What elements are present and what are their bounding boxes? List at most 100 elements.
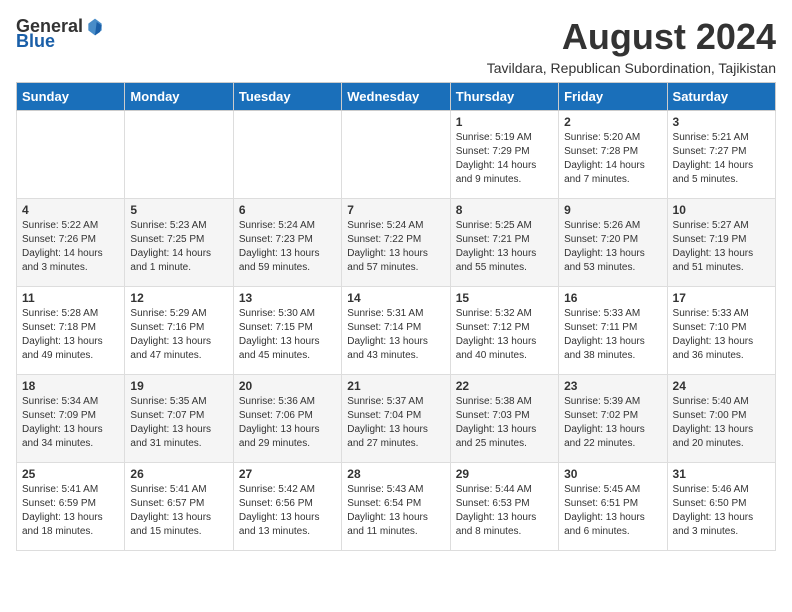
day-cell: 24 Sunrise: 5:40 AM Sunset: 7:00 PM Dayli… bbox=[667, 375, 775, 463]
day-number: 12 bbox=[130, 291, 227, 305]
day-header-sunday: Sunday bbox=[17, 83, 125, 111]
day-cell: 9Sunrise: 5:26 AM Sunset: 7:20 PM Daylig… bbox=[559, 199, 667, 287]
day-number: 11 bbox=[22, 291, 119, 305]
week-row-3: 11 Sunrise: 5:28 AM Sunset: 7:18 PM Dayli… bbox=[17, 287, 776, 375]
day-cell: 2 Sunrise: 5:20 AM Sunset: 7:28 PM Daylig… bbox=[559, 111, 667, 199]
day-cell: 25Sunrise: 5:41 AM Sunset: 6:59 PM Dayli… bbox=[17, 463, 125, 551]
day-info: Sunrise: 5:40 AM Sunset: 7:00 PM Dayligh… bbox=[673, 395, 770, 451]
day-cell: 16 Sunrise: 5:33 AM Sunset: 7:11 PM Dayli… bbox=[559, 287, 667, 375]
day-cell: 28 Sunrise: 5:43 AM Sunset: 6:54 PM Dayli… bbox=[342, 463, 450, 551]
day-number: 29 bbox=[456, 467, 553, 481]
day-number: 14 bbox=[347, 291, 444, 305]
day-header-wednesday: Wednesday bbox=[342, 83, 450, 111]
day-cell: 14Sunrise: 5:31 AM Sunset: 7:14 PM Dayli… bbox=[342, 287, 450, 375]
day-cell: 29 Sunrise: 5:44 AM Sunset: 6:53 PM Dayli… bbox=[450, 463, 558, 551]
day-info: Sunrise: 5:28 AM Sunset: 7:18 PM Dayligh… bbox=[22, 307, 119, 363]
day-number: 2 bbox=[564, 115, 661, 129]
day-info: Sunrise: 5:32 AM Sunset: 7:12 PM Dayligh… bbox=[456, 307, 553, 363]
day-cell: 7Sunrise: 5:24 AM Sunset: 7:22 PM Daylig… bbox=[342, 199, 450, 287]
day-info: Sunrise: 5:30 AM Sunset: 7:15 PM Dayligh… bbox=[239, 307, 336, 363]
day-cell: 3 Sunrise: 5:21 AM Sunset: 7:27 PM Daylig… bbox=[667, 111, 775, 199]
day-cell bbox=[125, 111, 233, 199]
day-number: 1 bbox=[456, 115, 553, 129]
day-header-saturday: Saturday bbox=[667, 83, 775, 111]
day-cell: 23 Sunrise: 5:39 AM Sunset: 7:02 PM Dayli… bbox=[559, 375, 667, 463]
day-number: 8 bbox=[456, 203, 553, 217]
day-number: 17 bbox=[673, 291, 770, 305]
day-number: 23 bbox=[564, 379, 661, 393]
day-info: Sunrise: 5:23 AM Sunset: 7:25 PM Dayligh… bbox=[130, 219, 227, 275]
day-number: 4 bbox=[22, 203, 119, 217]
day-cell: 12Sunrise: 5:29 AM Sunset: 7:16 PM Dayli… bbox=[125, 287, 233, 375]
day-cell: 31 Sunrise: 5:46 AM Sunset: 6:50 PM Dayli… bbox=[667, 463, 775, 551]
day-info: Sunrise: 5:43 AM Sunset: 6:54 PM Dayligh… bbox=[347, 483, 444, 539]
title-section: August 2024 Tavildara, Republican Subord… bbox=[487, 16, 776, 76]
day-cell: 1 Sunrise: 5:19 AM Sunset: 7:29 PM Daylig… bbox=[450, 111, 558, 199]
day-info: Sunrise: 5:20 AM Sunset: 7:28 PM Dayligh… bbox=[564, 131, 661, 187]
day-number: 6 bbox=[239, 203, 336, 217]
day-cell: 21Sunrise: 5:37 AM Sunset: 7:04 PM Dayli… bbox=[342, 375, 450, 463]
month-title: August 2024 bbox=[487, 16, 776, 58]
location-subtitle: Tavildara, Republican Subordination, Taj… bbox=[487, 60, 776, 76]
day-number: 18 bbox=[22, 379, 119, 393]
day-cell: 8Sunrise: 5:25 AM Sunset: 7:21 PM Daylig… bbox=[450, 199, 558, 287]
day-cell: 22 Sunrise: 5:38 AM Sunset: 7:03 PM Dayli… bbox=[450, 375, 558, 463]
day-header-thursday: Thursday bbox=[450, 83, 558, 111]
day-cell: 26 Sunrise: 5:41 AM Sunset: 6:57 PM Dayli… bbox=[125, 463, 233, 551]
day-number: 28 bbox=[347, 467, 444, 481]
day-number: 27 bbox=[239, 467, 336, 481]
day-cell bbox=[17, 111, 125, 199]
week-row-5: 25Sunrise: 5:41 AM Sunset: 6:59 PM Dayli… bbox=[17, 463, 776, 551]
day-info: Sunrise: 5:34 AM Sunset: 7:09 PM Dayligh… bbox=[22, 395, 119, 451]
day-cell: 20Sunrise: 5:36 AM Sunset: 7:06 PM Dayli… bbox=[233, 375, 341, 463]
day-cell: 4Sunrise: 5:22 AM Sunset: 7:26 PM Daylig… bbox=[17, 199, 125, 287]
day-number: 30 bbox=[564, 467, 661, 481]
day-info: Sunrise: 5:21 AM Sunset: 7:27 PM Dayligh… bbox=[673, 131, 770, 187]
day-header-friday: Friday bbox=[559, 83, 667, 111]
day-info: Sunrise: 5:26 AM Sunset: 7:20 PM Dayligh… bbox=[564, 219, 661, 275]
day-info: Sunrise: 5:42 AM Sunset: 6:56 PM Dayligh… bbox=[239, 483, 336, 539]
day-header-tuesday: Tuesday bbox=[233, 83, 341, 111]
day-cell: 15Sunrise: 5:32 AM Sunset: 7:12 PM Dayli… bbox=[450, 287, 558, 375]
logo-blue-text: Blue bbox=[16, 31, 55, 52]
day-number: 26 bbox=[130, 467, 227, 481]
day-cell: 18 Sunrise: 5:34 AM Sunset: 7:09 PM Dayli… bbox=[17, 375, 125, 463]
day-info: Sunrise: 5:33 AM Sunset: 7:10 PM Dayligh… bbox=[673, 307, 770, 363]
day-info: Sunrise: 5:41 AM Sunset: 6:59 PM Dayligh… bbox=[22, 483, 119, 539]
day-cell: 10Sunrise: 5:27 AM Sunset: 7:19 PM Dayli… bbox=[667, 199, 775, 287]
day-number: 24 bbox=[673, 379, 770, 393]
day-cell: 13 Sunrise: 5:30 AM Sunset: 7:15 PM Dayli… bbox=[233, 287, 341, 375]
day-info: Sunrise: 5:46 AM Sunset: 6:50 PM Dayligh… bbox=[673, 483, 770, 539]
day-cell: 5 Sunrise: 5:23 AM Sunset: 7:25 PM Daylig… bbox=[125, 199, 233, 287]
day-number: 21 bbox=[347, 379, 444, 393]
day-info: Sunrise: 5:45 AM Sunset: 6:51 PM Dayligh… bbox=[564, 483, 661, 539]
week-row-1: 1 Sunrise: 5:19 AM Sunset: 7:29 PM Daylig… bbox=[17, 111, 776, 199]
day-number: 7 bbox=[347, 203, 444, 217]
day-number: 5 bbox=[130, 203, 227, 217]
day-info: Sunrise: 5:35 AM Sunset: 7:07 PM Dayligh… bbox=[130, 395, 227, 451]
header-row: SundayMondayTuesdayWednesdayThursdayFrid… bbox=[17, 83, 776, 111]
day-info: Sunrise: 5:44 AM Sunset: 6:53 PM Dayligh… bbox=[456, 483, 553, 539]
day-cell: 30 Sunrise: 5:45 AM Sunset: 6:51 PM Dayli… bbox=[559, 463, 667, 551]
day-info: Sunrise: 5:24 AM Sunset: 7:23 PM Dayligh… bbox=[239, 219, 336, 275]
day-number: 31 bbox=[673, 467, 770, 481]
day-info: Sunrise: 5:27 AM Sunset: 7:19 PM Dayligh… bbox=[673, 219, 770, 275]
day-number: 22 bbox=[456, 379, 553, 393]
day-number: 16 bbox=[564, 291, 661, 305]
day-number: 3 bbox=[673, 115, 770, 129]
day-number: 19 bbox=[130, 379, 227, 393]
day-info: Sunrise: 5:36 AM Sunset: 7:06 PM Dayligh… bbox=[239, 395, 336, 451]
day-info: Sunrise: 5:41 AM Sunset: 6:57 PM Dayligh… bbox=[130, 483, 227, 539]
day-number: 13 bbox=[239, 291, 336, 305]
day-info: Sunrise: 5:19 AM Sunset: 7:29 PM Dayligh… bbox=[456, 131, 553, 187]
week-row-4: 18 Sunrise: 5:34 AM Sunset: 7:09 PM Dayli… bbox=[17, 375, 776, 463]
day-info: Sunrise: 5:39 AM Sunset: 7:02 PM Dayligh… bbox=[564, 395, 661, 451]
logo-icon bbox=[85, 17, 105, 37]
day-cell: 19 Sunrise: 5:35 AM Sunset: 7:07 PM Dayli… bbox=[125, 375, 233, 463]
logo: General Blue bbox=[16, 16, 105, 52]
week-row-2: 4Sunrise: 5:22 AM Sunset: 7:26 PM Daylig… bbox=[17, 199, 776, 287]
day-info: Sunrise: 5:33 AM Sunset: 7:11 PM Dayligh… bbox=[564, 307, 661, 363]
day-cell: 6 Sunrise: 5:24 AM Sunset: 7:23 PM Daylig… bbox=[233, 199, 341, 287]
day-info: Sunrise: 5:38 AM Sunset: 7:03 PM Dayligh… bbox=[456, 395, 553, 451]
day-cell: 11 Sunrise: 5:28 AM Sunset: 7:18 PM Dayli… bbox=[17, 287, 125, 375]
